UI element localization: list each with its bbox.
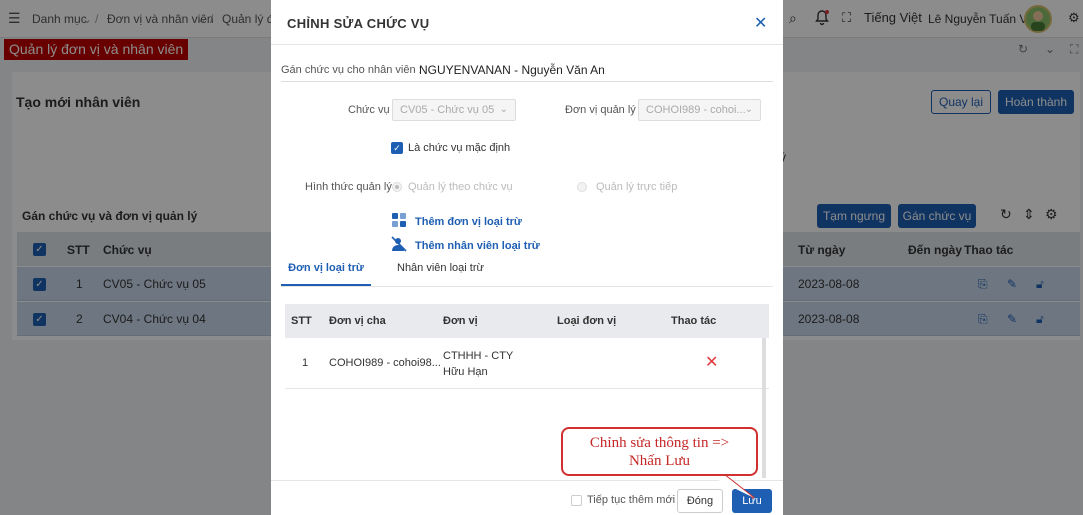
unit-select[interactable]: COHOI989 - cohoi... ⌄: [638, 99, 761, 121]
column-header: Loại đơn vị: [557, 315, 617, 327]
delete-icon[interactable]: ✕: [705, 352, 718, 372]
tab-excluded-units[interactable]: Đơn vị loại trừ: [281, 262, 371, 274]
default-position-label: Là chức vụ mặc định: [408, 142, 511, 154]
continue-add-checkbox[interactable]: [571, 495, 582, 506]
column-header: Đơn vị cha: [329, 315, 386, 327]
callout-line-1: Chỉnh sửa thông tin =>: [589, 435, 730, 451]
position-select-value: CV05 - Chức vụ 05: [400, 104, 495, 116]
add-unit-icon: [391, 212, 407, 231]
row-parent-unit: COHOI989 - cohoi98...: [329, 357, 441, 369]
divider: [281, 81, 773, 82]
radio-by-position-label: Quản lý theo chức vụ: [408, 181, 513, 193]
divider: [285, 388, 769, 389]
default-position-checkbox[interactable]: ✓: [391, 142, 403, 154]
unit-select-value: COHOI989 - cohoi...: [646, 104, 746, 116]
callout-line-2: Nhấn Lưu: [628, 453, 691, 469]
scrollbar[interactable]: [762, 338, 766, 478]
add-excluded-employee-link[interactable]: Thêm nhân viên loại trừ: [415, 240, 540, 252]
exclude-user-icon: [391, 236, 407, 255]
radio-direct-label: Quản lý trực tiếp: [596, 181, 678, 193]
assign-label: Gán chức vụ cho nhân viên :: [281, 64, 422, 76]
management-type-label: Hình thức quản lý: [305, 181, 392, 193]
chevron-down-icon: ⌄: [499, 104, 508, 115]
modal-title: CHỈNH SỬA CHỨC VỤ: [287, 16, 430, 31]
excluded-table-header: STT Đơn vị cha Đơn vị Loại đơn vị Thao t…: [285, 304, 769, 338]
radio-by-position[interactable]: [392, 182, 402, 192]
assign-employee-value: NGUYENVANAN - Nguyễn Văn An: [419, 63, 605, 77]
position-select[interactable]: CV05 - Chức vụ 05 ⌄: [392, 99, 516, 121]
column-header: Thao tác: [671, 315, 717, 327]
chevron-down-icon: ⌄: [744, 104, 753, 115]
row-stt: 1: [302, 357, 309, 369]
radio-direct[interactable]: [577, 182, 587, 192]
position-label: Chức vụ: [348, 104, 390, 116]
table-row[interactable]: 1 COHOI989 - cohoi98... CTHHH - CTY Hữu …: [285, 338, 769, 388]
column-header: Đơn vị: [443, 315, 478, 327]
close-icon[interactable]: ✕: [754, 13, 767, 33]
divider: [281, 286, 773, 287]
column-header: STT: [291, 315, 312, 327]
divider: [271, 44, 783, 45]
unit-label: Đơn vị quản lý: [565, 104, 636, 116]
instruction-callout: Chỉnh sửa thông tin => Nhấn Lưu: [561, 427, 758, 476]
tab-excluded-employees[interactable]: Nhân viên loại trừ: [397, 262, 484, 274]
add-excluded-unit-link[interactable]: Thêm đơn vị loại trừ: [415, 216, 522, 228]
row-unit: CTHHH - CTY Hữu Hạn: [443, 350, 514, 378]
